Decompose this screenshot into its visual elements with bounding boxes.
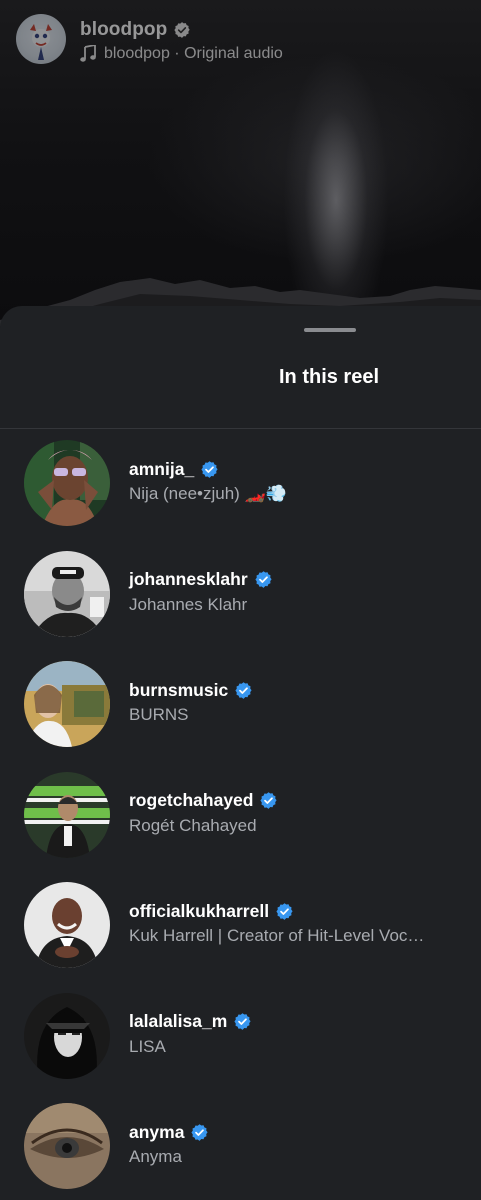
list-item-rogetchahayed[interactable]: rogetchahayed Rogét Chahayed bbox=[0, 771, 481, 883]
verified-badge-icon bbox=[201, 460, 218, 478]
verified-badge-icon bbox=[234, 1013, 251, 1030]
username[interactable]: anyma bbox=[129, 1122, 184, 1143]
username[interactable]: johannesklahr bbox=[129, 569, 248, 590]
avatar[interactable] bbox=[24, 1103, 110, 1189]
verified-badge-icon bbox=[260, 792, 278, 809]
full-name: LISA bbox=[129, 1036, 166, 1056]
reel-author-name[interactable]: bloodpop bbox=[80, 19, 167, 41]
username[interactable]: amnija_ bbox=[129, 459, 194, 480]
reel-audio-label: bloodpop · Original audio bbox=[104, 45, 283, 62]
username[interactable]: burnsmusic bbox=[129, 680, 228, 701]
sheet-divider bbox=[0, 428, 481, 429]
avatar[interactable] bbox=[24, 440, 110, 526]
full-name: BURNS bbox=[129, 705, 189, 724]
verified-badge-icon bbox=[174, 22, 190, 38]
avatar[interactable] bbox=[24, 771, 110, 858]
tagged-people-list: amnija_ Nija (nee•zjuh) 🏎️💨 johannesklah… bbox=[0, 440, 481, 1200]
full-name: Johannes Klahr bbox=[129, 594, 248, 614]
list-item-anyma[interactable]: anyma Anyma bbox=[0, 1103, 481, 1200]
verified-badge-icon bbox=[276, 902, 293, 920]
verified-badge-icon bbox=[191, 1123, 209, 1141]
reel-author-header: bloodpop bloodpop · Original audio bbox=[16, 14, 283, 64]
list-item-officialkukharrell[interactable]: officialkukharrell Kuk Harrell | Creator… bbox=[0, 882, 481, 993]
full-name: Rogét Chahayed bbox=[129, 815, 257, 835]
in-this-reel-sheet: In this reel amnija_ Nija (nee•zjuh) 🏎️💨… bbox=[0, 306, 481, 1200]
username[interactable]: officialkukharrell bbox=[129, 901, 269, 922]
verified-badge-icon bbox=[255, 571, 272, 588]
reel-screen: bloodpop bloodpop · Original audio In th… bbox=[0, 0, 481, 1200]
username[interactable]: rogetchahayed bbox=[129, 790, 253, 811]
list-item-johannesklahr[interactable]: johannesklahr Johannes Klahr bbox=[0, 550, 481, 662]
avatar[interactable] bbox=[24, 882, 110, 968]
music-note-icon bbox=[80, 45, 96, 62]
sheet-drag-handle[interactable] bbox=[304, 328, 356, 332]
sheet-title: In this reel bbox=[278, 366, 380, 388]
avatar[interactable] bbox=[24, 550, 110, 637]
avatar[interactable] bbox=[24, 992, 110, 1079]
reel-audio-link[interactable]: bloodpop · Original audio bbox=[80, 45, 283, 63]
full-name: Nija (nee•zjuh) 🏎️💨 bbox=[129, 484, 287, 503]
reel-author-avatar[interactable] bbox=[16, 14, 66, 64]
full-name: Anyma bbox=[129, 1147, 182, 1166]
list-item-lalalalisa-m[interactable]: lalalalisa_m LISA bbox=[0, 992, 481, 1104]
list-item-burnsmusic[interactable]: burnsmusic BURNS bbox=[0, 661, 481, 772]
verified-badge-icon bbox=[235, 681, 252, 699]
username[interactable]: lalalalisa_m bbox=[129, 1011, 227, 1032]
full-name: Kuk Harrell | Creator of Hit-Level Voc… bbox=[129, 926, 425, 945]
list-item-amnija[interactable]: amnija_ Nija (nee•zjuh) 🏎️💨 bbox=[0, 440, 481, 551]
avatar[interactable] bbox=[24, 661, 110, 747]
